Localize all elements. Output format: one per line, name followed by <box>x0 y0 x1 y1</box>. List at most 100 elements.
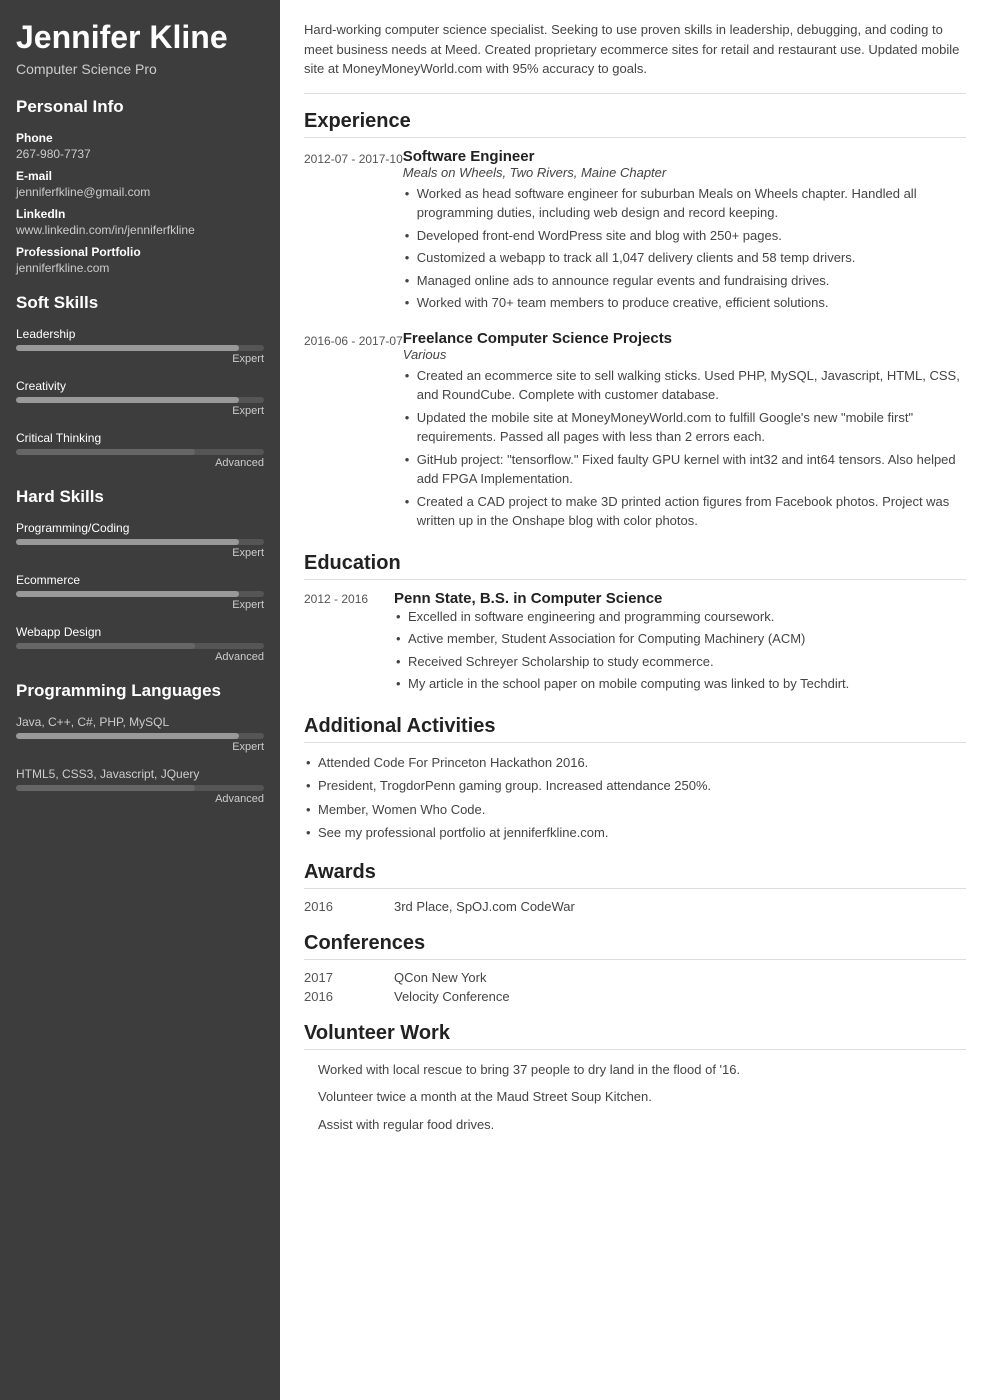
skill-level: Expert <box>16 599 264 611</box>
candidate-title: Computer Science Pro <box>16 61 264 77</box>
skill-bar-bg <box>16 397 264 403</box>
skill-name: Ecommerce <box>16 573 264 587</box>
entry-content: Freelance Computer Science Projects Vari… <box>403 330 966 534</box>
list-item: My article in the school paper on mobile… <box>394 674 966 694</box>
conferences-section: Conferences 2017 QCon New York 2016 Velo… <box>304 932 966 1004</box>
skill-bar-fill <box>16 345 239 351</box>
edu-content: Penn State, B.S. in Computer Science Exc… <box>394 590 966 697</box>
list-item: Created a CAD project to make 3D printed… <box>403 492 966 531</box>
soft-skills-heading: Soft Skills <box>16 293 264 317</box>
skill-item: Ecommerce Expert <box>16 573 264 611</box>
awards-section: Awards 2016 3rd Place, SpOJ.com CodeWar <box>304 861 966 914</box>
skill-name: Programming/Coding <box>16 521 264 535</box>
prog-lang-item: Java, C++, C#, PHP, MySQL Expert <box>16 715 264 753</box>
job-title: Freelance Computer Science Projects <box>403 330 966 347</box>
list-item: Developed front-end WordPress site and b… <box>403 226 966 246</box>
sidebar: Jennifer Kline Computer Science Pro Pers… <box>0 0 280 1400</box>
award-value: 3rd Place, SpOJ.com CodeWar <box>394 899 575 914</box>
skill-bar-fill <box>16 539 239 545</box>
experience-entry: 2016-06 - 2017-07 Freelance Computer Sci… <box>304 330 966 534</box>
list-item: Updated the mobile site at MoneyMoneyWor… <box>403 408 966 447</box>
volunteer-heading: Volunteer Work <box>304 1022 966 1050</box>
conferences-heading: Conferences <box>304 932 966 960</box>
conferences-list: 2017 QCon New York 2016 Velocity Confere… <box>304 970 966 1004</box>
skill-level: Expert <box>16 741 264 753</box>
conference-row: 2017 QCon New York <box>304 970 966 985</box>
entry-content: Software Engineer Meals on Wheels, Two R… <box>403 148 966 316</box>
awards-list: 2016 3rd Place, SpOJ.com CodeWar <box>304 899 966 914</box>
skill-item: Leadership Expert <box>16 327 264 365</box>
edu-date: 2012 - 2016 <box>304 590 394 697</box>
activities-list: Attended Code For Princeton Hackathon 20… <box>304 753 966 843</box>
skill-level: Advanced <box>16 651 264 663</box>
awards-heading: Awards <box>304 861 966 889</box>
skill-level: Expert <box>16 353 264 365</box>
linkedin-value: www.linkedin.com/in/jenniferfkline <box>16 223 264 237</box>
job-bullets: Created an ecommerce site to sell walkin… <box>403 366 966 531</box>
skill-bar-bg <box>16 733 264 739</box>
job-bullets: Worked as head software engineer for sub… <box>403 184 966 313</box>
list-item: Worked with 70+ team members to produce … <box>403 293 966 313</box>
volunteer-section: Volunteer Work Worked with local rescue … <box>304 1022 966 1135</box>
award-row: 2016 3rd Place, SpOJ.com CodeWar <box>304 899 966 914</box>
list-item: Customized a webapp to track all 1,047 d… <box>403 248 966 268</box>
skill-bar-bg <box>16 449 264 455</box>
entry-date: 2016-06 - 2017-07 <box>304 330 403 534</box>
skill-level: Advanced <box>16 457 264 469</box>
phone-value: 267-980-7737 <box>16 147 264 161</box>
phone-label: Phone <box>16 131 264 145</box>
activities-heading: Additional Activities <box>304 715 966 743</box>
edu-bullets: Excelled in software engineering and pro… <box>394 607 966 694</box>
personal-info-heading: Personal Info <box>16 97 264 121</box>
skill-bar-bg <box>16 539 264 545</box>
portfolio-value: jenniferfkline.com <box>16 261 264 275</box>
skill-bar-bg <box>16 643 264 649</box>
skill-bar-fill <box>16 785 195 791</box>
skill-bar-fill <box>16 591 239 597</box>
job-org: Meals on Wheels, Two Rivers, Maine Chapt… <box>403 165 966 180</box>
conf-value: Velocity Conference <box>394 989 510 1004</box>
skill-bar-fill <box>16 449 195 455</box>
entry-date: 2012-07 - 2017-10 <box>304 148 403 316</box>
skill-bar-fill <box>16 397 239 403</box>
skill-bar-bg <box>16 345 264 351</box>
skill-name: Creativity <box>16 379 264 393</box>
linkedin-label: LinkedIn <box>16 207 264 221</box>
skill-level: Expert <box>16 547 264 559</box>
skill-name: Critical Thinking <box>16 431 264 445</box>
skill-bar-bg <box>16 785 264 791</box>
soft-skills-list: Leadership Expert Creativity Expert Crit… <box>16 327 264 469</box>
skill-item: Creativity Expert <box>16 379 264 417</box>
experience-section: Experience 2012-07 - 2017-10 Software En… <box>304 110 966 534</box>
edu-school: Penn State, B.S. in Computer Science <box>394 590 966 607</box>
list-item: Worked as head software engineer for sub… <box>403 184 966 223</box>
experience-entry: 2012-07 - 2017-10 Software Engineer Meal… <box>304 148 966 316</box>
job-org: Various <box>403 347 966 362</box>
conf-year: 2016 <box>304 989 394 1004</box>
education-list: 2012 - 2016 Penn State, B.S. in Computer… <box>304 590 966 697</box>
prog-lang-name: Java, C++, C#, PHP, MySQL <box>16 715 264 729</box>
summary: Hard-working computer science specialist… <box>304 20 966 94</box>
volunteer-list: Worked with local rescue to bring 37 peo… <box>304 1060 966 1135</box>
list-item: See my professional portfolio at jennife… <box>304 823 966 843</box>
list-item: Attended Code For Princeton Hackathon 20… <box>304 753 966 773</box>
list-item: President, TrogdorPenn gaming group. Inc… <box>304 776 966 796</box>
volunteer-item: Assist with regular food drives. <box>304 1115 966 1135</box>
list-item: Managed online ads to announce regular e… <box>403 271 966 291</box>
skill-item: Programming/Coding Expert <box>16 521 264 559</box>
job-title: Software Engineer <box>403 148 966 165</box>
skill-bar-bg <box>16 591 264 597</box>
prog-lang-heading: Programming Languages <box>16 681 264 705</box>
hard-skills-list: Programming/Coding Expert Ecommerce Expe… <box>16 521 264 663</box>
prog-lang-name: HTML5, CSS3, Javascript, JQuery <box>16 767 264 781</box>
list-item: GitHub project: "tensorflow." Fixed faul… <box>403 450 966 489</box>
list-item: Active member, Student Association for C… <box>394 629 966 649</box>
portfolio-label: Professional Portfolio <box>16 245 264 259</box>
main-content: Hard-working computer science specialist… <box>280 0 990 1400</box>
list-item: Received Schreyer Scholarship to study e… <box>394 652 966 672</box>
skill-item: Critical Thinking Advanced <box>16 431 264 469</box>
conference-row: 2016 Velocity Conference <box>304 989 966 1004</box>
education-section: Education 2012 - 2016 Penn State, B.S. i… <box>304 552 966 697</box>
hard-skills-heading: Hard Skills <box>16 487 264 511</box>
volunteer-item: Worked with local rescue to bring 37 peo… <box>304 1060 966 1080</box>
